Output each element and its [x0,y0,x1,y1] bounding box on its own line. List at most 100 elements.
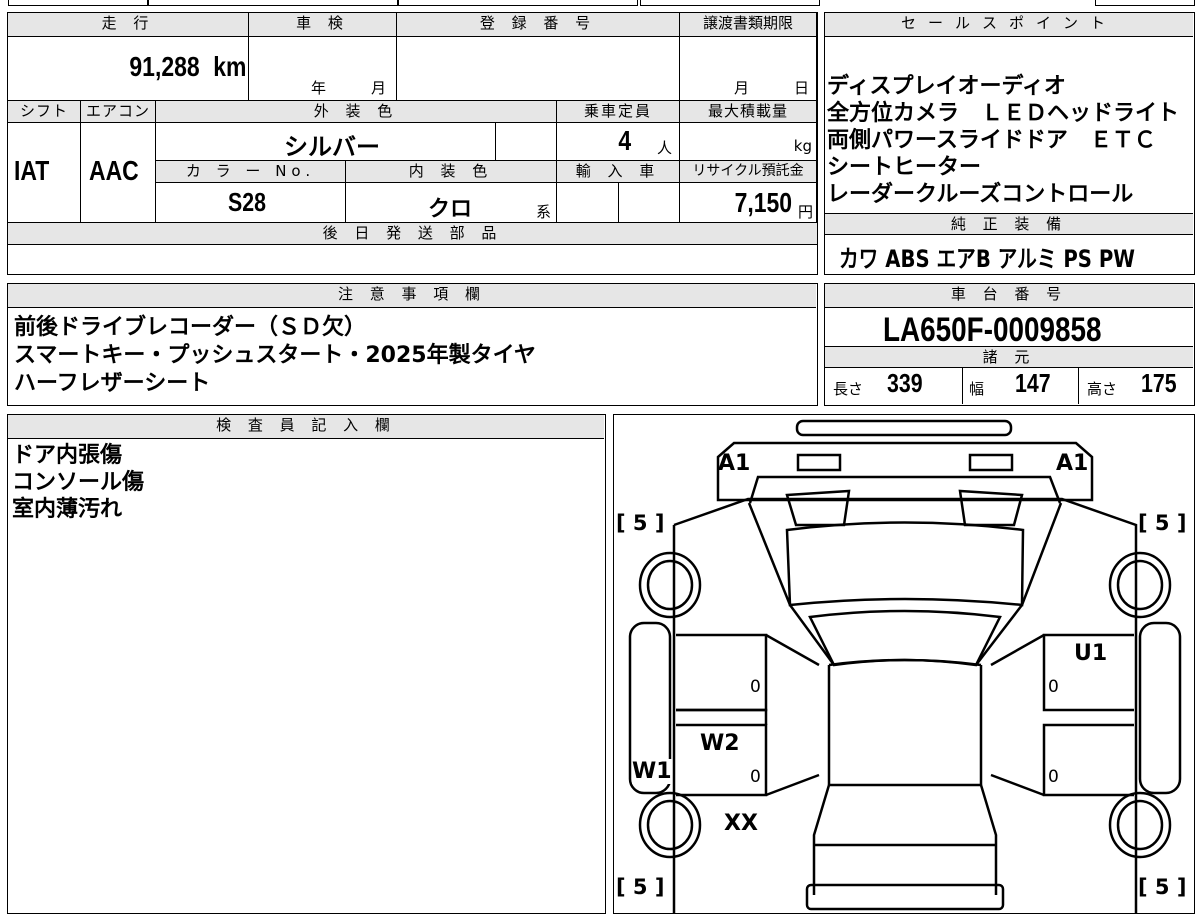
shaken-cell: 年 月 [249,37,397,101]
colorno-header: カ ラ ー No. [156,161,346,183]
mileage-cell: 91,288 km [8,37,249,101]
sales-line-2: 全方位カメラ ＬＥＤヘッドライト [827,101,1180,126]
mark-w1: W1 [632,759,672,784]
inspector-line-1: ドア内張傷 [12,443,123,468]
mark-a1-left: A1 [718,451,751,476]
tire-front-right: [ 5 ] [1138,511,1187,535]
zero-right-rear: 0 [1048,767,1059,787]
registration-header: 登 録 番 号 [397,13,680,37]
tire-front-left: [ 5 ] [616,511,665,535]
interior-cell: クロ 系 [346,183,557,223]
mark-xx: XX [724,811,758,836]
recycle-unit: 円 [797,203,813,221]
colorno-value: S28 [228,187,266,217]
chassis-box: 車 台 番 号 LA650F-0009858 諸 元 長さ 339 幅 147 … [824,283,1195,406]
rear-bumper [805,883,1005,911]
mileage-header: 走 行 [8,13,249,37]
inspector-header: 検 査 員 記 入 欄 [8,415,604,439]
rear-right-wheel-inner [1116,799,1164,851]
top-strip-4 [640,0,820,6]
inspector-line-3: 室内薄汚れ [12,497,123,522]
interior-header: 内 装 色 [346,161,557,183]
top-strip-2 [148,0,398,6]
later-parts-header: 後 日 発 送 部 品 [8,223,817,245]
front-bumper-bar [795,419,1013,437]
width-label: 幅 [969,380,985,398]
roof [808,609,1002,667]
body-outline [672,497,1138,913]
inspector-box: 検 査 員 記 入 欄 ドア内張傷 コンソール傷 室内薄汚れ [7,414,606,914]
notes-box: 注 意 事 項 欄 前後ドライブレコーダー（ＳＤ欠） スマートキー・プッシュスタ… [7,283,818,406]
left-fog [785,489,851,527]
mileage-unit: km [212,51,246,82]
right-headlight [968,453,1014,472]
width-value: 147 [1015,368,1051,398]
tire-rear-left: [ 5 ] [616,875,665,899]
exterior-cell: シルバー [156,123,496,161]
height-value: 175 [1141,368,1177,398]
left-front-door [676,633,768,712]
length-value: 339 [887,368,923,398]
notes-line-3: ハーフレザーシート [14,371,211,396]
later-parts-cell [8,245,817,273]
exterior-header: 外 装 色 [156,101,557,123]
exterior-extra-cell [496,123,557,161]
load-unit: kg [793,137,812,155]
interior-suffix: 系 [536,203,552,221]
mark-a1-right: A1 [1056,451,1089,476]
sales-line-5: レーダークルーズコントロール [827,182,1134,207]
shift-header: シフト [8,101,81,123]
shaken-header: 車 検 [249,13,397,37]
shift-value: IAT [14,155,50,186]
spec-header: 諸 元 [825,346,1193,368]
load-cell: kg [680,123,817,161]
zero-right-front: 0 [1048,677,1059,697]
ac-header: エアコン [81,101,156,123]
notes-line-2: スマートキー・プッシュスタート・2025年製タイヤ [14,343,536,368]
vehicle-info-grid: 走 行 車 検 登 録 番 号 譲渡書類期限 91,288 km 年 月 月 日… [7,12,818,275]
interior-value: クロ [428,197,473,222]
rear-left-wheel-inner [646,799,694,851]
sales-header: セールスポイント [825,13,1193,37]
windshield [785,521,1025,607]
transfer-month: 月 [734,79,750,97]
sales-line-1: ディスプレイオーディオ [827,74,1066,99]
car-diagram [628,419,1182,913]
import-cell-left [557,183,619,223]
shaken-month: 月 [371,79,387,97]
sales-line-4: シートヒーター [827,155,982,180]
rear-section [812,784,998,895]
a-pillars [747,502,1063,666]
transfer-header: 譲渡書類期限 [680,13,817,37]
exterior-value: シルバー [284,133,380,161]
left-headlight [796,453,842,472]
import-cell-right [619,183,680,223]
sales-line-3: 両側パワースライドドア ＥＴＣ [827,128,1156,153]
capacity-unit: 人 [657,139,673,157]
load-header: 最大積載量 [680,101,817,123]
height-cell: 高さ 175 [1079,368,1193,404]
transfer-day: 日 [794,79,810,97]
left-door-lines [676,633,820,797]
recycle-header: リサイクル預託金 [680,161,817,183]
mark-u1: U1 [1074,641,1108,666]
equipment-header: 純 正 装 備 [825,213,1193,235]
right-fog [958,489,1024,527]
transfer-cell: 月 日 [680,37,817,101]
tire-rear-right: [ 5 ] [1138,875,1187,899]
shift-cell: IAT [8,123,81,223]
width-cell: 幅 147 [963,368,1079,404]
capacity-cell: 4 人 [557,123,680,161]
shaken-year: 年 [311,79,327,97]
sales-points-box: セールスポイント ディスプレイオーディオ 全方位カメラ ＬＥＤヘッドライト 両側… [824,12,1195,275]
mileage-value: 91,288 [129,51,200,82]
ac-cell: AAC [81,123,156,223]
top-strip-5 [1095,0,1195,6]
zero-left-rear: 0 [750,767,761,787]
right-step [1138,621,1182,795]
top-strip-1 [8,0,148,6]
registration-cell [397,37,680,101]
length-label: 長さ [833,380,864,398]
height-label: 高さ [1087,380,1118,398]
zero-left-front: 0 [750,677,761,697]
